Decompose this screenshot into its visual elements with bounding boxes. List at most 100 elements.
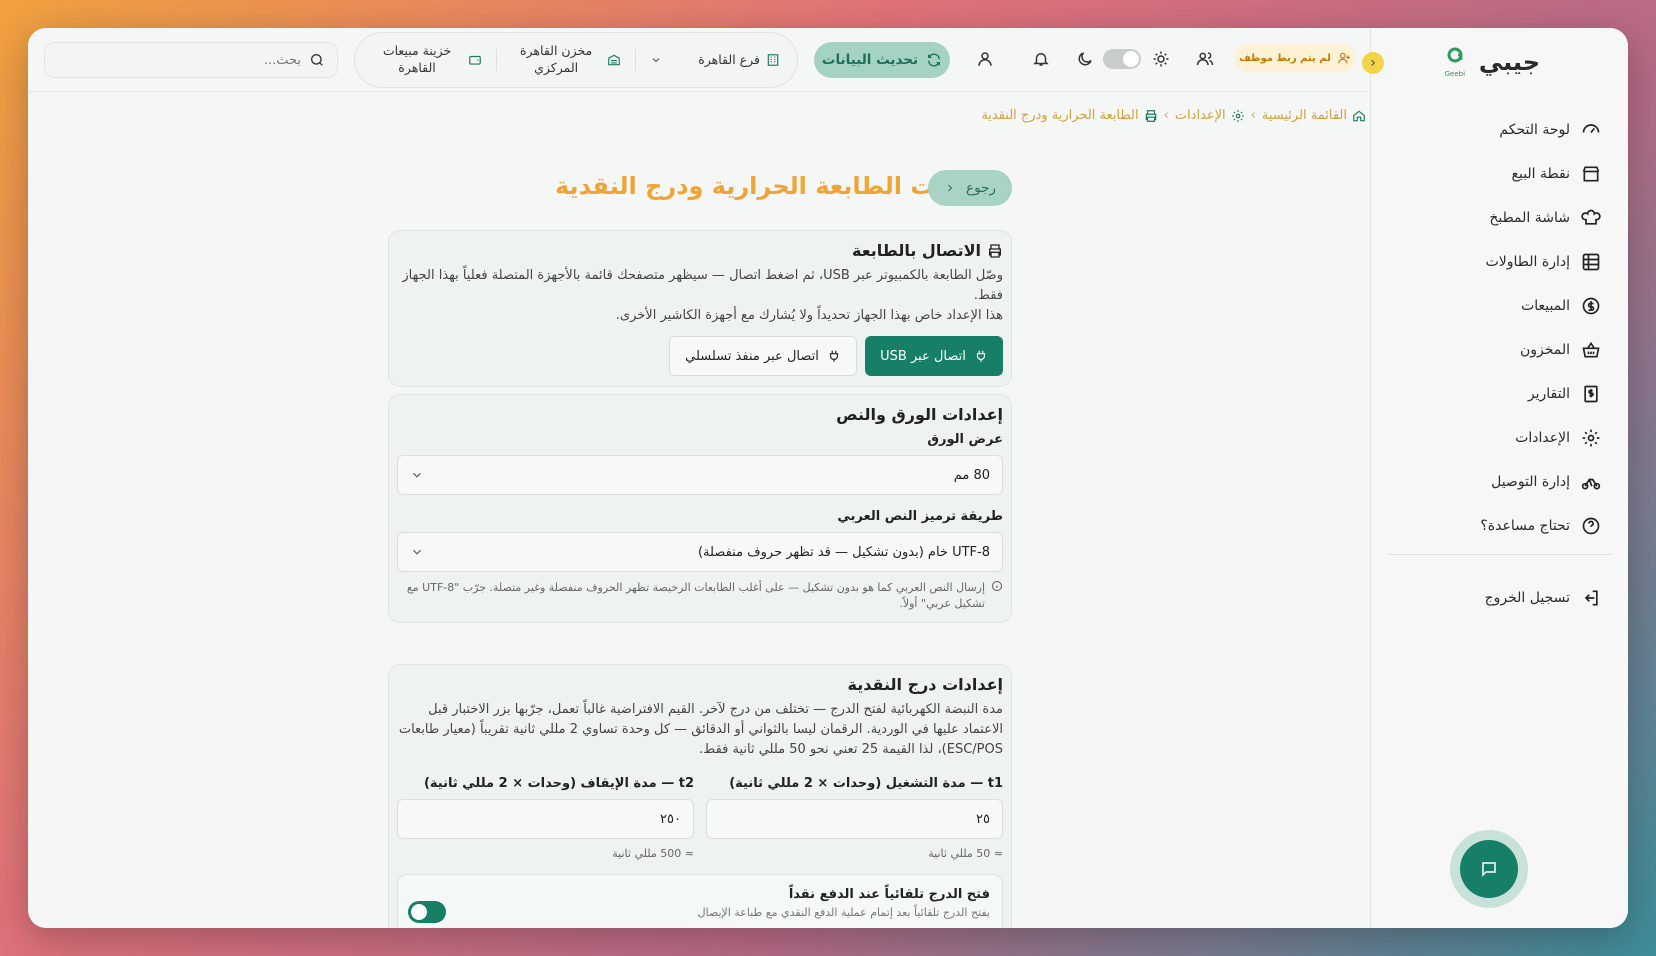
drawer-timing-fields: t1 — مدة التشغيل (وحدات × 2 مللي ثانية) …: [397, 768, 1003, 860]
encoding-select[interactable]: UTF-8 خام (بدون تشكيل — قد تظهر حروف منف…: [397, 532, 1003, 572]
theme-toggle[interactable]: [1103, 49, 1141, 69]
user-icon[interactable]: [974, 48, 996, 70]
printer-connect-buttons: اتصال عبر USB اتصال عبر منفذ تسلسلي: [397, 336, 1003, 377]
encoding-value: UTF-8 خام (بدون تشكيل — قد تظهر حروف منف…: [697, 544, 990, 560]
auto-open-desc: يفتح الدرج تلقائياً بعد إتمام عملية الدف…: [697, 906, 990, 920]
refresh-data-button[interactable]: تحديث البيانات: [814, 42, 950, 78]
sidebar-item-reports[interactable]: التقارير: [1392, 372, 1602, 416]
chevron-down-icon: [410, 545, 424, 559]
chevron-down-icon: [650, 54, 662, 66]
back-label: رجوع: [966, 180, 996, 196]
t1-approx: ≈ 50 مللي ثانية: [928, 847, 1003, 861]
chef-hat-icon: [1580, 207, 1602, 229]
breadcrumb-current-label: الطابعة الحرارية ودرج النقدية: [981, 108, 1139, 123]
t1-field-group: t1 — مدة التشغيل (وحدات × 2 مللي ثانية) …: [706, 768, 1003, 860]
gear-icon: [1231, 109, 1245, 123]
chevron-left-icon: ›: [1250, 108, 1256, 123]
brand[interactable]: جيبي Geebi: [1441, 46, 1540, 78]
paper-width-label: عرض الورق: [927, 432, 1003, 447]
paper-card-title: إعدادات الورق والنص: [836, 405, 1003, 424]
paper-width-select[interactable]: 80 مم: [397, 455, 1003, 495]
staff-link-badge[interactable]: لم يتم ربط موظف: [1234, 44, 1356, 72]
treasury-selector[interactable]: خزينة مبيعات القاهرة: [372, 43, 482, 77]
logout-button[interactable]: تسجيل الخروج: [1485, 576, 1602, 620]
printer-card-header: الاتصال بالطابعة: [397, 241, 1003, 260]
sidebar-item-label: لوحة التحكم: [1499, 122, 1570, 138]
treasury-label: خزينة مبيعات القاهرة: [382, 43, 452, 75]
logout-icon: [1580, 587, 1602, 609]
drawer-card-title: إعدادات درج النقدية: [847, 675, 1004, 694]
sidebar-item-label: الإعدادات: [1515, 430, 1570, 446]
encoding-hint-text: إرسال النص العربي كما هو بدون تشكيل — عل…: [406, 581, 985, 610]
dollar-circle-icon: [1580, 295, 1602, 317]
warehouse-selector[interactable]: مخزن القاهرة المركزي: [511, 43, 621, 77]
sidebar-nav: لوحة التحكم نقطة البيع شاشة المطبخ إدارة…: [1392, 108, 1602, 548]
chevron-left-icon: ›: [1163, 108, 1169, 123]
chevron-right-icon: [944, 182, 956, 194]
staff-badge-label: لم يتم ربط موظف: [1239, 52, 1331, 64]
sidebar-item-label: المبيعات: [1521, 298, 1570, 314]
t1-label: t1 — مدة التشغيل (وحدات × 2 مللي ثانية): [729, 776, 1003, 792]
chat-bubble-icon: [1480, 860, 1498, 878]
search-box[interactable]: [44, 42, 338, 78]
sun-icon[interactable]: [1150, 48, 1172, 70]
t2-field-group: t2 — مدة الإيقاف (وحدات × 2 مللي ثانية) …: [397, 768, 694, 860]
chat-support-button[interactable]: [1450, 830, 1528, 908]
drawer-card-desc: مدة النبضة الكهربائية لفتح الدرج — تختلف…: [398, 702, 1003, 758]
sidebar-item-inventory[interactable]: المخزون: [1392, 328, 1602, 372]
sidebar-item-delivery[interactable]: إدارة التوصيل: [1392, 460, 1602, 504]
search-icon: [309, 52, 325, 68]
chevron-left-icon: ‹: [1370, 55, 1376, 71]
search-input[interactable]: [57, 52, 301, 68]
warehouse-icon: [607, 53, 621, 67]
auto-open-title: فتح الدرج تلقائياً عند الدفع نقداً: [788, 887, 990, 903]
sidebar-collapse-button[interactable]: ‹: [1362, 52, 1384, 74]
bell-icon[interactable]: [1030, 48, 1052, 70]
sidebar-item-label: شاشة المطبخ: [1489, 210, 1570, 226]
chat-button-inner: [1460, 840, 1518, 898]
breadcrumb-settings[interactable]: الإعدادات: [1175, 108, 1245, 123]
users-icon[interactable]: [1194, 48, 1216, 70]
sidebar-item-label: نقطة البيع: [1511, 166, 1570, 182]
sidebar-item-label: إدارة التوصيل: [1491, 474, 1570, 490]
refresh-icon: [926, 52, 942, 68]
sidebar-item-tables[interactable]: إدارة الطاولات: [1392, 240, 1602, 284]
breadcrumb-current: الطابعة الحرارية ودرج النقدية: [981, 108, 1157, 123]
sidebar-item-label: المخزون: [1519, 342, 1570, 358]
sidebar-item-settings[interactable]: الإعدادات: [1392, 416, 1602, 460]
grid-table-icon: [1580, 251, 1602, 273]
sidebar-item-kitchen[interactable]: شاشة المطبخ: [1392, 196, 1602, 240]
branch-selector[interactable]: فرع القاهرة: [650, 52, 780, 69]
auto-open-toggle[interactable]: [408, 901, 446, 924]
sidebar-item-dashboard[interactable]: لوحة التحكم: [1392, 108, 1602, 152]
t1-input[interactable]: ٢٥: [706, 799, 1003, 840]
printer-card-desc-1: وصّل الطابعة بالكمبيوتر عبر USB، ثم اضغط…: [402, 268, 1003, 304]
t2-value: ٢٥٠: [660, 811, 681, 827]
building-icon: [766, 53, 780, 67]
sidebar-divider: [1388, 554, 1612, 555]
t2-approx: ≈ 500 مللي ثانية: [612, 847, 694, 861]
context-selector-group: فرع القاهرة مخزن القاهرة المركزي خزينة م…: [354, 32, 798, 88]
paper-settings-card: إعدادات الورق والنص عرض الورق 80 مم طريق…: [388, 394, 1012, 623]
connect-usb-button[interactable]: اتصال عبر USB: [865, 336, 1003, 377]
connect-serial-button[interactable]: اتصال عبر منفذ تسلسلي: [669, 336, 857, 377]
t2-input[interactable]: ٢٥٠: [397, 799, 694, 840]
sidebar: جيبي Geebi لوحة التحكم نقطة البيع شاشة ا…: [1370, 28, 1628, 928]
auto-open-drawer-option: فتح الدرج تلقائياً عند الدفع نقداً يفتح …: [397, 874, 1003, 928]
sidebar-item-label: التقارير: [1527, 386, 1570, 402]
wallet-icon: [468, 53, 482, 67]
sidebar-item-pos[interactable]: نقطة البيع: [1392, 152, 1602, 196]
breadcrumb-home[interactable]: القائمة الرئيسية: [1262, 108, 1366, 123]
sidebar-item-sales[interactable]: المبيعات: [1392, 284, 1602, 328]
sidebar-item-help[interactable]: تحتاج مساعدة؟: [1392, 504, 1602, 548]
cash-drawer-card: إعدادات درج النقدية مدة النبضة الكهربائي…: [388, 664, 1012, 928]
back-button[interactable]: رجوع: [928, 170, 1012, 206]
moon-icon[interactable]: [1074, 48, 1096, 70]
logout-label: تسجيل الخروج: [1484, 590, 1570, 606]
refresh-label: تحديث البيانات: [821, 52, 919, 68]
sidebar-item-label: إدارة الطاولات: [1485, 254, 1570, 270]
home-icon: [1352, 109, 1366, 123]
plug-icon: [974, 349, 988, 363]
branch-label: فرع القاهرة: [698, 51, 760, 67]
brand-logo-icon: Geebi: [1441, 46, 1469, 78]
